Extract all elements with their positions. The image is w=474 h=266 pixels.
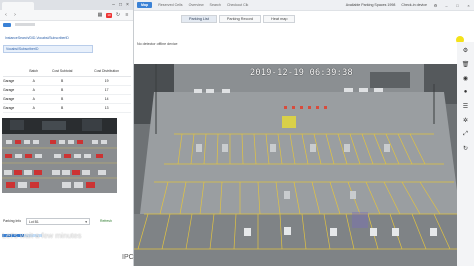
status-text: No detector offline device [137, 42, 178, 46]
parking-app-window: Map Reserved Cells Overview Search Check… [134, 0, 474, 266]
maximize-icon[interactable]: □ [455, 3, 460, 8]
lot-dropdown-value: Lot B1 [29, 219, 39, 224]
parking-lot-thumbnail-image [2, 118, 117, 193]
view-tabs: Parking List Parking Record Heat map [181, 15, 296, 23]
request-url: InstanceSearch/DID-Vocabsi/SubscriberID [5, 36, 69, 40]
user-menu[interactable]: Check-in device [401, 3, 427, 7]
forward-icon[interactable]: › [12, 12, 18, 18]
table-row[interactable]: Garage A B 17 [3, 85, 131, 95]
lot-dropdown[interactable]: Lot B1 ▾ [26, 218, 90, 225]
chevron-down-icon: ▾ [85, 219, 87, 224]
table-row[interactable]: Garage A B 14 [3, 94, 131, 104]
tab-heat-map[interactable]: Heat map [263, 15, 296, 23]
left-window-toolbar: ‹ › ▦ 10 ↻ ≡ [0, 10, 133, 21]
screen: – □ × ‹ › ▦ 10 ↻ ≡ InstanceSearch/DID-Vo… [0, 0, 474, 266]
left-window-subbar [0, 21, 133, 28]
app-logo[interactable]: Map [137, 2, 153, 8]
camera-icon[interactable]: ◉ [462, 74, 470, 82]
app-topbar: Map Reserved Cells Overview Search Check… [134, 0, 474, 11]
settings-icon[interactable]: ⚙ [433, 3, 438, 8]
close-icon[interactable]: × [466, 3, 471, 8]
camera-timestamp: 2019-12-19 06:39:38 [250, 68, 353, 78]
refresh-link[interactable]: Refresh [100, 219, 112, 223]
trash-icon[interactable]: 🗑 [462, 60, 470, 68]
available-spaces: Available Parking Spaces 1998 [345, 3, 396, 7]
menu-checkout[interactable]: Checkout Clk [227, 3, 248, 7]
camera-feed[interactable]: 2019-12-19 06:39:38 [134, 64, 467, 266]
table-row[interactable]: Garage A B 13 [3, 103, 131, 113]
grid-icon[interactable]: ▦ [97, 12, 103, 18]
table-header-row: Batch Cost Subtotal Cost Distribution [3, 67, 131, 77]
table-row[interactable]: Garage A B 19 [3, 76, 131, 86]
notification-badge[interactable]: 10 [106, 12, 112, 18]
cost-table: Batch Cost Subtotal Cost Distribution Ga… [3, 67, 131, 113]
menu-reserved[interactable]: Reserved Cells [158, 3, 182, 7]
record-icon[interactable]: ● [462, 88, 470, 96]
tab-parking-list[interactable]: Parking List [181, 15, 217, 23]
menu-icon[interactable]: ≡ [124, 12, 130, 18]
menu-search[interactable]: Search [210, 3, 221, 7]
column-header [3, 67, 26, 77]
browser-tab[interactable] [2, 2, 34, 10]
gear-icon[interactable]: ✲ [462, 116, 470, 124]
fullscreen-icon[interactable]: ⤢ [462, 130, 470, 138]
list-icon[interactable]: ☰ [462, 102, 470, 110]
left-browser-window: – □ × ‹ › ▦ 10 ↻ ≡ InstanceSearch/DID-Vo… [0, 0, 134, 266]
endpoint-select[interactable]: Vocabsi/SubscriberID [3, 45, 93, 53]
loading-toast-sub: video... [36, 244, 56, 250]
minimize-icon[interactable]: – [110, 2, 117, 8]
left-window-titlebar: – □ × [0, 0, 133, 10]
column-header: Batch [25, 67, 43, 77]
column-header: Cost Distribution [82, 67, 131, 77]
ipc-label: IPC [122, 254, 134, 261]
close-icon[interactable]: × [124, 2, 131, 8]
right-toolbar: ⚙ 🗑 ◉ ● ☰ ✲ ⤢ ↻ [457, 42, 474, 266]
column-header: Cost Subtotal [42, 67, 83, 77]
tab-parking-record[interactable]: Parking Record [218, 15, 262, 23]
minimize-icon[interactable]: – [444, 3, 449, 8]
menu-overview[interactable]: Overview [189, 3, 204, 7]
refresh-icon[interactable]: ↻ [115, 12, 121, 18]
settings-icon[interactable]: ⚙ [462, 46, 470, 54]
parking-info-label: Parking Info [3, 219, 22, 223]
toggle-pill[interactable] [3, 22, 11, 27]
maximize-icon[interactable]: □ [117, 2, 124, 8]
camera-feed-image [134, 64, 467, 266]
parking-lot-thumbnail[interactable] [2, 118, 117, 193]
loading-toast: Let's wait a few minutes [2, 231, 82, 240]
back-icon[interactable]: ‹ [3, 12, 9, 18]
rotate-icon[interactable]: ↻ [462, 144, 470, 152]
